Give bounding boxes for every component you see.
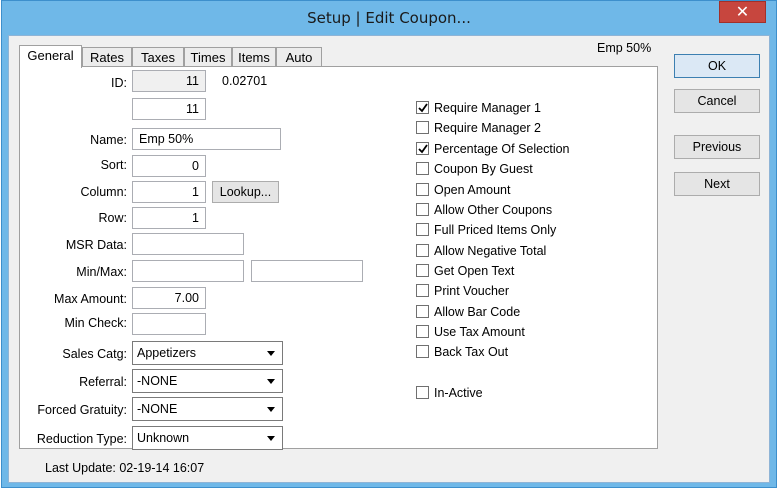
sales-catg-label: Sales Catg: bbox=[62, 347, 127, 361]
ok-button[interactable]: OK bbox=[674, 54, 760, 78]
chevron-down-icon[interactable] bbox=[267, 351, 275, 356]
option-label: Require Manager 2 bbox=[434, 121, 542, 135]
referral-label: Referral: bbox=[79, 375, 127, 389]
sort-label: Sort: bbox=[100, 158, 127, 172]
sort-field[interactable]: 0 bbox=[132, 155, 206, 177]
sales-catg-value: Appetizers bbox=[137, 346, 197, 360]
option-checkbox[interactable] bbox=[416, 284, 429, 297]
row-field[interactable]: 1 bbox=[132, 207, 206, 229]
forced-gratuity-value: -NONE bbox=[137, 402, 178, 416]
tab-general[interactable]: General bbox=[19, 45, 82, 68]
chevron-down-icon[interactable] bbox=[267, 436, 275, 441]
cancel-button[interactable]: Cancel bbox=[674, 89, 760, 113]
lookup-button[interactable]: Lookup... bbox=[212, 181, 279, 203]
next-button[interactable]: Next bbox=[674, 172, 760, 196]
forced-gratuity-label: Forced Gratuity: bbox=[37, 403, 127, 417]
row-label: Row: bbox=[98, 211, 127, 225]
reduction-type-label: Reduction Type: bbox=[36, 432, 127, 446]
option-checkbox[interactable] bbox=[416, 203, 429, 216]
tab-rates[interactable]: Rates bbox=[82, 47, 132, 67]
option-label: Percentage Of Selection bbox=[434, 142, 570, 156]
option-checkbox[interactable] bbox=[416, 121, 429, 134]
option-checkbox[interactable] bbox=[416, 142, 429, 155]
option-label: Print Voucher bbox=[434, 284, 510, 298]
reduction-type-value: Unknown bbox=[137, 431, 190, 445]
option-label: Use Tax Amount bbox=[434, 325, 525, 339]
referral-value: -NONE bbox=[137, 374, 178, 388]
option-label: Back Tax Out bbox=[434, 345, 509, 359]
max-field[interactable] bbox=[251, 260, 363, 282]
id2-field[interactable]: 11 bbox=[132, 98, 206, 120]
id-extra-value: 0.02701 bbox=[222, 74, 268, 88]
title-bar[interactable]: Setup | Edit Coupon... ✕ bbox=[2, 1, 776, 35]
forced-gratuity-select[interactable]: -NONE bbox=[132, 397, 283, 421]
name-field[interactable]: Emp 50% bbox=[132, 128, 281, 150]
option-label: Get Open Text bbox=[434, 264, 515, 278]
option-checkbox[interactable] bbox=[416, 264, 429, 277]
option-checkbox[interactable] bbox=[416, 162, 429, 175]
option-label: Coupon By Guest bbox=[434, 162, 533, 176]
option-checkbox[interactable] bbox=[416, 305, 429, 318]
id-field: 11 bbox=[132, 70, 206, 92]
chevron-down-icon[interactable] bbox=[267, 407, 275, 412]
option-label: Allow Bar Code bbox=[434, 305, 521, 319]
min-check-field[interactable] bbox=[132, 313, 206, 335]
window-title: Setup | Edit Coupon... bbox=[307, 9, 471, 27]
option-label: Require Manager 1 bbox=[434, 101, 542, 115]
reduction-type-select[interactable]: Unknown bbox=[132, 426, 283, 450]
option-checkbox[interactable] bbox=[416, 345, 429, 358]
min-check-label: Min Check: bbox=[64, 316, 127, 330]
msr-data-label: MSR Data: bbox=[65, 238, 127, 252]
option-checkbox[interactable] bbox=[416, 325, 429, 338]
option-label: Allow Negative Total bbox=[434, 244, 547, 258]
id-label: ID: bbox=[111, 76, 127, 90]
option-checkbox[interactable] bbox=[416, 101, 429, 114]
column-field[interactable]: 1 bbox=[132, 181, 206, 203]
sales-catg-select[interactable]: Appetizers bbox=[132, 341, 283, 365]
previous-button[interactable]: Previous bbox=[674, 135, 760, 159]
msr-data-field[interactable] bbox=[132, 233, 244, 255]
inactive-checkbox[interactable] bbox=[416, 386, 429, 399]
coupon-name-header: Emp 50% bbox=[597, 41, 652, 55]
tab-auto[interactable]: Auto bbox=[276, 47, 322, 67]
checkmark-icon bbox=[418, 144, 428, 154]
close-button[interactable]: ✕ bbox=[719, 1, 766, 23]
max-amount-field[interactable]: 7.00 bbox=[132, 287, 206, 309]
max-amount-label: Max Amount: bbox=[54, 292, 127, 306]
general-panel bbox=[19, 66, 658, 449]
inactive-label: In-Active bbox=[434, 386, 483, 400]
option-label: Open Amount bbox=[434, 183, 511, 197]
option-label: Full Priced Items Only bbox=[434, 223, 557, 237]
checkmark-icon bbox=[418, 103, 428, 113]
last-update-text: Last Update: 02-19-14 16:07 bbox=[45, 461, 205, 475]
name-label: Name: bbox=[90, 133, 127, 147]
option-checkbox[interactable] bbox=[416, 223, 429, 236]
tab-taxes[interactable]: Taxes bbox=[132, 47, 184, 67]
min-field[interactable] bbox=[132, 260, 244, 282]
min-max-label: Min/Max: bbox=[76, 265, 127, 279]
option-checkbox[interactable] bbox=[416, 244, 429, 257]
tab-items[interactable]: Items bbox=[232, 47, 276, 67]
close-icon[interactable]: ✕ bbox=[736, 2, 749, 21]
column-label: Column: bbox=[80, 185, 127, 199]
option-checkbox[interactable] bbox=[416, 183, 429, 196]
option-label: Allow Other Coupons bbox=[434, 203, 553, 217]
chevron-down-icon[interactable] bbox=[267, 379, 275, 384]
tab-times[interactable]: Times bbox=[184, 47, 232, 67]
referral-select[interactable]: -NONE bbox=[132, 369, 283, 393]
